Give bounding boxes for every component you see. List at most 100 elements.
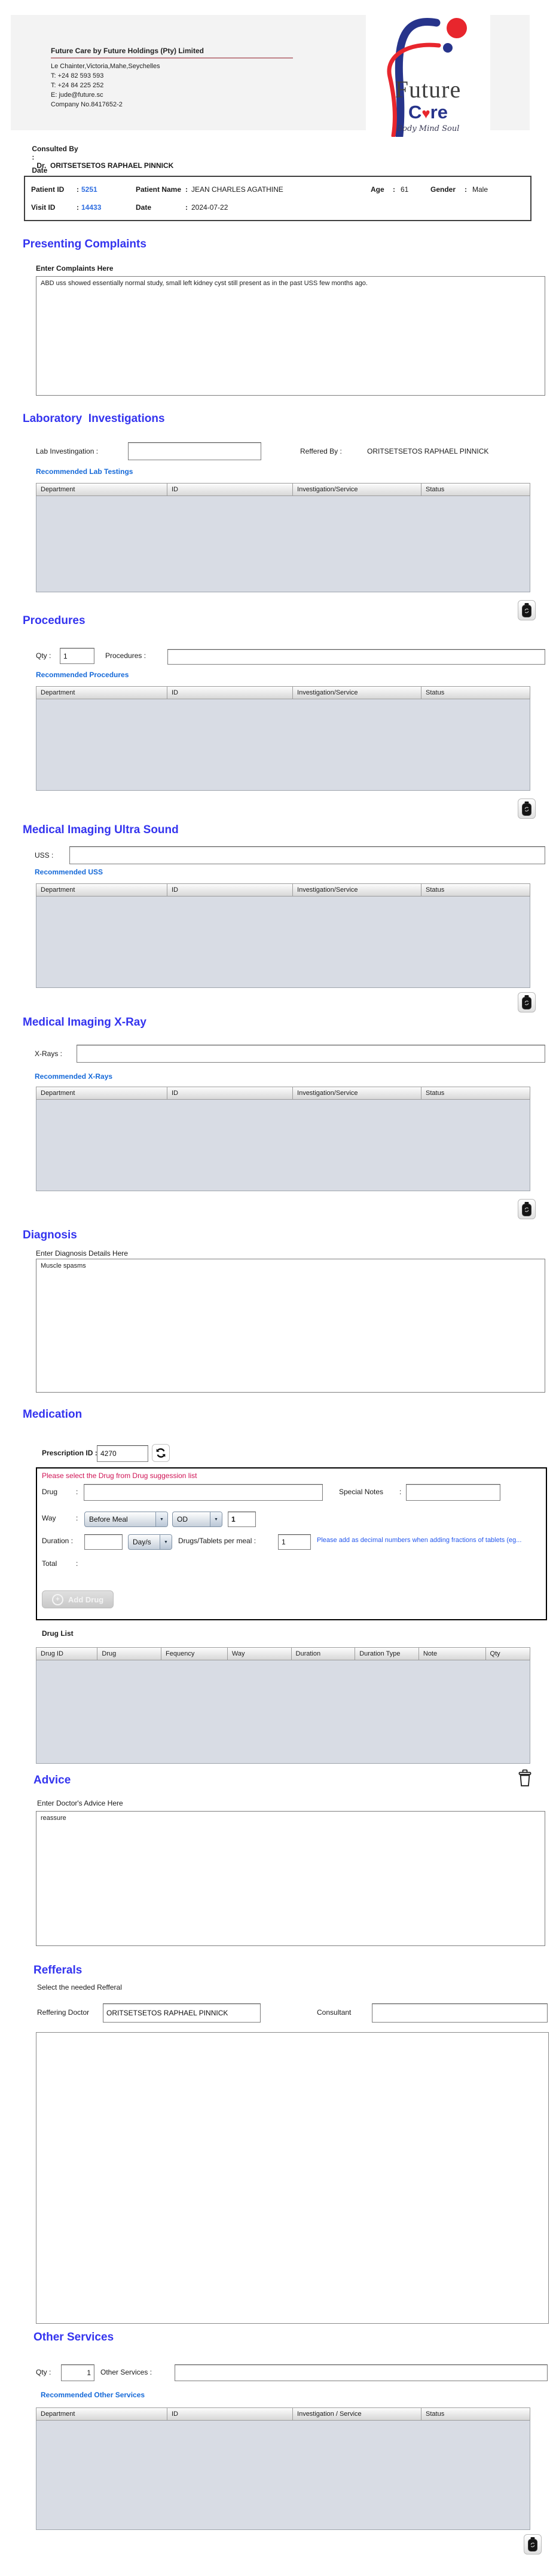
table-body-empty bbox=[36, 1660, 530, 1764]
other-services-qty-input[interactable] bbox=[61, 2364, 94, 2381]
special-notes-input[interactable] bbox=[406, 1484, 500, 1501]
column-header-department: Department bbox=[36, 2407, 167, 2421]
duration-label: Duration : bbox=[42, 1537, 73, 1545]
column-header-drug-id: Drug ID bbox=[36, 1647, 97, 1660]
column-header-status: Status bbox=[421, 686, 530, 699]
frequency-qty-input[interactable] bbox=[228, 1512, 256, 1527]
table-body-empty bbox=[36, 1100, 530, 1191]
other-services-table: Department ID Investigation / Service St… bbox=[36, 2407, 530, 2530]
trash-icon bbox=[527, 2537, 539, 2552]
lab-referred-by-label: Reffered By : bbox=[300, 447, 342, 455]
column-header-status: Status bbox=[421, 883, 530, 897]
consultant-label: Consultant bbox=[317, 2008, 351, 2017]
logo-word-care: C♥re bbox=[366, 102, 490, 123]
special-notes-label: Special Notes bbox=[339, 1488, 383, 1496]
column-header-note: Note bbox=[419, 1647, 486, 1660]
advice-textarea[interactable]: reassure bbox=[36, 1811, 545, 1946]
column-header-qty: Qty bbox=[486, 1647, 530, 1660]
company-address: Le Chainter,Victoria,Mahe,Seychelles bbox=[51, 62, 293, 71]
column-header-id: ID bbox=[167, 686, 293, 699]
consultant-input[interactable] bbox=[372, 2003, 548, 2023]
uss-delete-button[interactable] bbox=[518, 992, 536, 1012]
recommended-xrays-link[interactable]: Recommended X-Rays bbox=[35, 1072, 112, 1081]
patient-info-box: Patient ID : 5251 Patient Name : JEAN CH… bbox=[24, 176, 531, 221]
table-body-empty bbox=[36, 699, 530, 791]
referring-doctor-input[interactable] bbox=[103, 2003, 261, 2023]
other-services-input[interactable] bbox=[175, 2364, 548, 2381]
procedures-qty-input[interactable] bbox=[60, 648, 94, 664]
recommended-other-services-link[interactable]: Recommended Other Services bbox=[41, 2391, 145, 2399]
advice-delete-button[interactable] bbox=[518, 1769, 532, 1789]
uss-label: USS : bbox=[35, 851, 53, 859]
drug-label: Drug bbox=[42, 1488, 57, 1496]
company-phone-2: T: +24 84 225 252 bbox=[51, 81, 293, 90]
visit-id-value: 14433 bbox=[81, 203, 101, 212]
prescription-id-input[interactable] bbox=[97, 1445, 148, 1462]
xray-delete-button[interactable] bbox=[518, 1199, 536, 1219]
other-services-delete-button[interactable] bbox=[524, 2534, 542, 2554]
drug-input[interactable] bbox=[84, 1484, 323, 1501]
section-title-ultrasound: Medical Imaging Ultra Sound bbox=[23, 824, 179, 837]
duration-unit-select[interactable]: Day/s ▼ bbox=[128, 1534, 172, 1550]
complaints-textarea[interactable]: ABD uss showed essentially normal study,… bbox=[36, 276, 545, 396]
procedures-input[interactable] bbox=[167, 649, 545, 665]
section-title-procedures: Procedures bbox=[23, 614, 85, 628]
column-header-frequency: Fequency bbox=[161, 1647, 228, 1660]
trash-icon bbox=[521, 602, 533, 618]
xray-table: Department ID Investigation/Service Stat… bbox=[36, 1087, 530, 1191]
chevron-down-icon: ▼ bbox=[210, 1512, 222, 1526]
recommended-procedures-link[interactable]: Recommended Procedures bbox=[36, 671, 129, 679]
lab-investigation-input[interactable] bbox=[128, 442, 261, 460]
diagnosis-textarea[interactable]: Muscle spasms bbox=[36, 1259, 545, 1393]
visit-date-value: 2024-07-22 bbox=[191, 203, 228, 212]
patient-name-value: JEAN CHARLES AGATHINE bbox=[191, 185, 283, 194]
trash-icon bbox=[521, 995, 533, 1010]
add-drug-button[interactable]: + Add Drug bbox=[42, 1590, 114, 1608]
company-header: Future Care by Future Holdings (Pty) Lim… bbox=[11, 15, 530, 130]
fraction-note: Please add as decimal numbers when addin… bbox=[317, 1537, 539, 1544]
chevron-down-icon: ▼ bbox=[160, 1535, 172, 1549]
per-meal-input[interactable] bbox=[278, 1534, 311, 1550]
refresh-icon bbox=[154, 1446, 167, 1460]
table-header-row: Drug ID Drug Fequency Way Duration Durat… bbox=[36, 1647, 530, 1660]
drug-list-label: Drug List bbox=[42, 1629, 74, 1638]
company-name: Future Care by Future Holdings (Pty) Lim… bbox=[51, 46, 293, 59]
company-info: Future Care by Future Holdings (Pty) Lim… bbox=[51, 46, 293, 109]
recommended-uss-link[interactable]: Recommended USS bbox=[35, 868, 103, 876]
trash-outline-icon bbox=[518, 1769, 532, 1787]
diagnosis-sublabel: Enter Diagnosis Details Here bbox=[36, 1249, 128, 1258]
prescription-refresh-button[interactable] bbox=[152, 1444, 170, 1462]
logo-word-future: Future bbox=[366, 75, 490, 103]
xray-input[interactable] bbox=[77, 1045, 545, 1063]
column-header-duration-type: Duration Type bbox=[355, 1647, 419, 1660]
table-header-row: Department ID Investigation/Service Stat… bbox=[36, 883, 530, 897]
patient-age-label: Age bbox=[371, 185, 384, 194]
recommended-lab-testings-link[interactable]: Recommended Lab Testings bbox=[36, 467, 133, 476]
procedures-delete-button[interactable] bbox=[518, 799, 536, 819]
table-header-row: Department ID Investigation / Service St… bbox=[36, 2407, 530, 2421]
patient-id-label: Patient ID bbox=[31, 185, 64, 194]
column-header-investigation: Investigation/Service bbox=[293, 883, 421, 897]
trash-icon bbox=[521, 801, 533, 816]
column-header-status: Status bbox=[421, 483, 530, 496]
column-header-status: Status bbox=[421, 2407, 530, 2421]
other-services-label: Other Services : bbox=[100, 2368, 152, 2376]
consult-date-label: Date bbox=[32, 166, 77, 175]
company-phone-1: T: +24 82 593 593 bbox=[51, 71, 293, 81]
table-body-empty bbox=[36, 496, 530, 592]
lab-delete-button[interactable] bbox=[518, 600, 536, 620]
section-title-xray: Medical Imaging X-Ray bbox=[23, 1016, 146, 1029]
complaints-sublabel: Enter Complaints Here bbox=[36, 264, 113, 273]
referral-list-box[interactable] bbox=[36, 2032, 549, 2324]
company-number: Company No.8417652-2 bbox=[51, 100, 293, 109]
consulted-by-label: Consulted By bbox=[32, 145, 77, 153]
section-title-advice: Advice bbox=[33, 1774, 71, 1787]
duration-input[interactable] bbox=[84, 1534, 123, 1550]
logo-tagline: Body Mind Soul bbox=[366, 124, 490, 133]
uss-input[interactable] bbox=[69, 846, 545, 864]
company-email: E: jude@future.sc bbox=[51, 90, 293, 100]
table-header-row: Department ID Investigation/Service Stat… bbox=[36, 686, 530, 699]
frequency-select[interactable]: OD ▼ bbox=[172, 1512, 222, 1527]
lab-referred-by-value: ORITSETSETOS RAPHAEL PINNICK bbox=[367, 447, 488, 455]
way-select[interactable]: Before Meal ▼ bbox=[84, 1512, 168, 1527]
